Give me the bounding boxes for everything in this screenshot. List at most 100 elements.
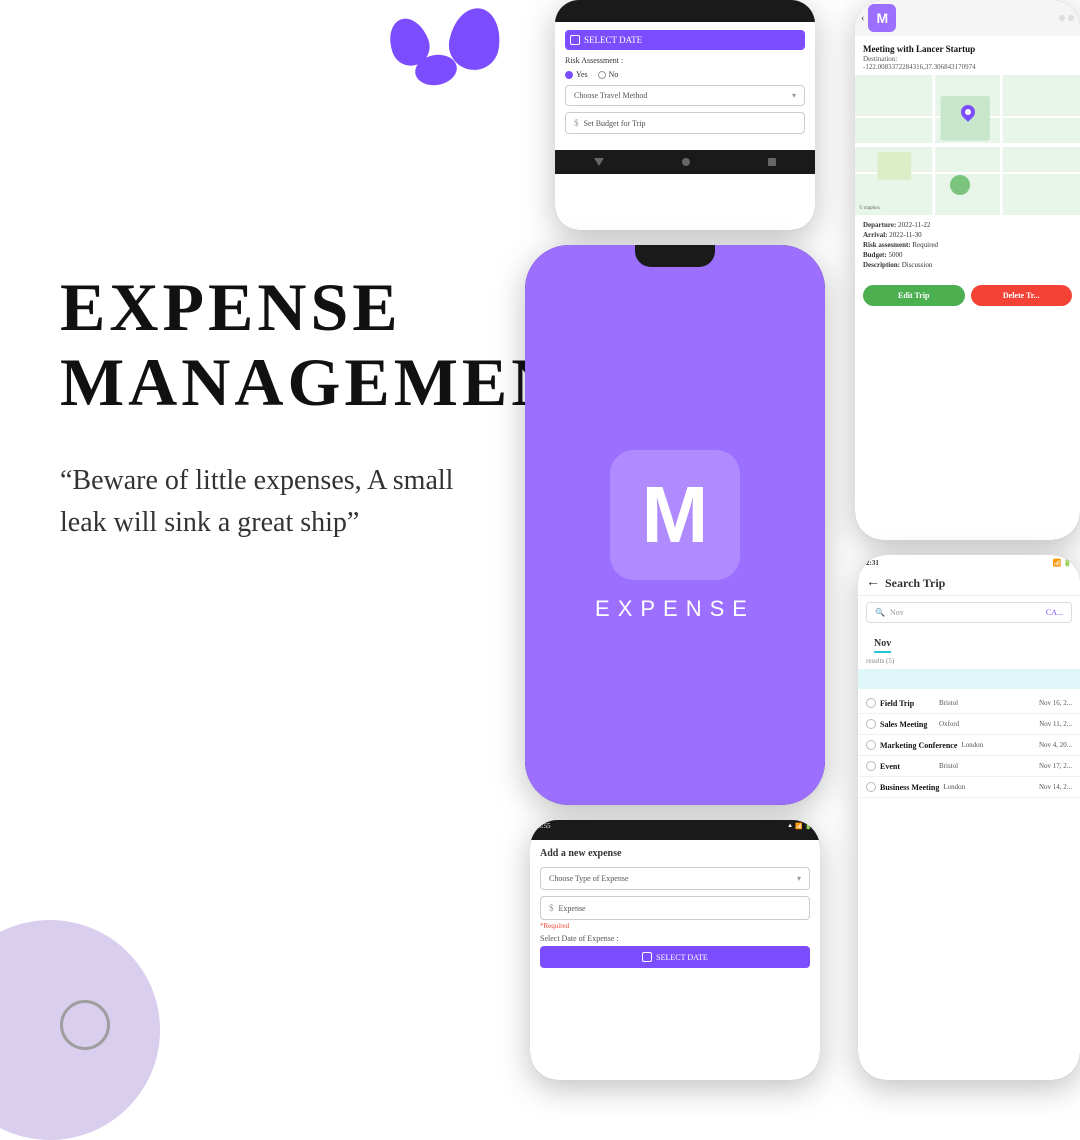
phone-splash-screen: M EXPENSE	[525, 245, 825, 805]
list-item[interactable]: Sales Meeting Oxford Nov 11, 2...	[858, 714, 1080, 735]
left-content: EXPENSE MANAGEMENT “Beware of little exp…	[60, 270, 490, 544]
list-item[interactable]: Field Trip Bristol Nov 16, 2...	[858, 693, 1080, 714]
p5-status-bar: 2:31 📶 🔋	[858, 555, 1080, 571]
p3-header: Meeting with Lancer Startup Destination:…	[855, 36, 1080, 75]
p3-edit-button[interactable]: Edit Trip	[863, 285, 965, 306]
p2-logo-box: M	[610, 450, 740, 580]
p4-form-content: Add a new expense Choose Type of Expense…	[530, 840, 820, 976]
calendar-icon	[570, 35, 580, 45]
p4-required-label: *Required	[540, 922, 810, 930]
trip-city: Bristol	[939, 699, 1035, 707]
quote-text: “Beware of little expenses, A small leak…	[60, 460, 490, 544]
search-icon	[866, 782, 876, 792]
phone-add-trip-screen: SELECT DATE Risk Assessment : Yes No Cho…	[555, 0, 815, 230]
trip-date: Nov 4, 20...	[1039, 741, 1072, 749]
list-item[interactable]: Business Meeting London Nov 14, 2...	[858, 777, 1080, 798]
phone-search-trip: 2:31 📶 🔋 ← Search Trip 🔍 Nov CA... Nov r…	[858, 555, 1080, 1080]
p4-status-bar: 8:55 ▲ 📶 🔋	[530, 820, 820, 840]
p4-select-date-button[interactable]: SELECT DATE	[540, 946, 810, 968]
search-icon	[866, 740, 876, 750]
p1-select-date-button[interactable]: SELECT DATE	[565, 30, 805, 50]
p2-logo-letter: M	[642, 475, 709, 555]
map-pin	[961, 105, 975, 119]
p3-risk-row: Risk assesment: Required	[863, 241, 1072, 249]
p4-date-label: Select Date of Expense :	[540, 934, 810, 943]
p1-travel-method-dropdown[interactable]: Choose Travel Method ▾	[565, 85, 805, 106]
p3-trip-title: Meeting with Lancer Startup	[863, 44, 1072, 55]
chevron-down-icon-2: ▾	[797, 874, 801, 883]
p1-risk-label: Risk Assessment :	[565, 56, 805, 65]
p2-notch	[635, 245, 715, 267]
search-icon	[866, 719, 876, 729]
p3-departure-row: Departure: 2022-11-22	[863, 221, 1072, 229]
trip-city: Bristol	[939, 762, 1035, 770]
p5-page-title: Search Trip	[885, 576, 945, 591]
p3-trip-info: Departure: 2022-11-22 Arrival: 2022-11-3…	[855, 215, 1080, 277]
trip-date: Nov 17, 2...	[1039, 762, 1072, 770]
radio-no-dot	[598, 71, 606, 79]
p4-expense-input[interactable]: $ Expense	[540, 896, 810, 920]
p3-delete-button[interactable]: Delete Tr...	[971, 285, 1073, 306]
p1-radio-no[interactable]: No	[598, 70, 619, 79]
p5-search-bar[interactable]: 🔍 Nov CA...	[866, 602, 1072, 623]
trip-date: Nov 16, 2...	[1039, 699, 1072, 707]
p3-description-row: Description: Discussion	[863, 261, 1072, 269]
trip-name: Business Meeting	[880, 783, 939, 792]
p5-cancel-button[interactable]: CA...	[1046, 608, 1063, 617]
p2-app-name: EXPENSE	[595, 596, 755, 622]
nav-home-icon[interactable]	[682, 158, 690, 166]
phone-add-expense: 8:55 ▲ 📶 🔋 Add a new expense Choose Type…	[530, 820, 820, 1080]
p4-expense-type-dropdown[interactable]: Choose Type of Expense ▾	[540, 867, 810, 890]
p3-map: © mapbox	[855, 75, 1080, 215]
p1-form-content: SELECT DATE Risk Assessment : Yes No Cho…	[555, 22, 815, 142]
p4-form-title: Add a new expense	[540, 848, 810, 859]
map-circle	[950, 175, 970, 195]
p5-search-input-value: Nov	[890, 608, 904, 617]
nav-recent-icon[interactable]	[768, 158, 776, 166]
phone-splash: M EXPENSE	[525, 245, 825, 805]
trip-name: Sales Meeting	[880, 720, 935, 729]
dollar-icon: $	[574, 118, 579, 128]
p5-trip-list: Field Trip Bristol Nov 16, 2... Sales Me…	[858, 693, 1080, 798]
nav-back-icon[interactable]	[594, 158, 604, 166]
trip-name: Field Trip	[880, 699, 935, 708]
dollar-icon-2: $	[549, 903, 554, 913]
phone-add-expense-screen: 8:55 ▲ 📶 🔋 Add a new expense Choose Type…	[530, 820, 820, 1080]
p3-destination-label: Destination:	[863, 55, 1072, 63]
decorative-circle	[60, 1000, 110, 1050]
p3-logo: M	[868, 4, 896, 32]
phone-trip-detail-screen: ‹ M Meeting with Lancer Startup Destinat…	[855, 0, 1080, 540]
radio-yes-dot	[565, 71, 573, 79]
trip-city: Oxford	[939, 720, 1035, 728]
trip-name: Event	[880, 762, 935, 771]
trip-date: Nov 14, 2...	[1039, 783, 1072, 791]
search-icon	[866, 698, 876, 708]
main-title: EXPENSE MANAGEMENT	[60, 270, 490, 420]
p1-budget-input[interactable]: $ Set Budget for Trip	[565, 112, 805, 134]
trip-name: Marketing Conference	[880, 741, 957, 750]
p5-results-count: results (5)	[858, 655, 1080, 669]
phone-add-trip: SELECT DATE Risk Assessment : Yes No Cho…	[555, 0, 815, 230]
p5-tab-area: Nov	[858, 629, 1080, 655]
p1-status-bar	[555, 0, 815, 22]
p5-highlight-bar	[858, 669, 1080, 689]
list-item[interactable]: Marketing Conference London Nov 4, 20...	[858, 735, 1080, 756]
p3-budget-row: Budget: 5000	[863, 251, 1072, 259]
p1-nav-bar	[555, 150, 815, 174]
p3-destination-value: -122.0083372284316,37.306843170974	[863, 63, 1072, 71]
p5-month-tab[interactable]: Nov	[874, 638, 891, 653]
p1-radio-yes[interactable]: Yes	[565, 70, 588, 79]
list-item[interactable]: Event Bristol Nov 17, 2...	[858, 756, 1080, 777]
phone-search-trip-screen: 2:31 📶 🔋 ← Search Trip 🔍 Nov CA... Nov r…	[858, 555, 1080, 1080]
p3-map-roads-svg	[855, 75, 1080, 215]
p5-back-button[interactable]: ←	[866, 575, 880, 591]
p3-mapbox-label: © mapbox	[859, 206, 880, 211]
trip-city: London	[943, 783, 1035, 791]
p3-action-buttons: Edit Trip Delete Tr...	[855, 279, 1080, 312]
p3-arrival-row: Arrival: 2022-11-30	[863, 231, 1072, 239]
p5-header: ← Search Trip	[858, 571, 1080, 596]
p2-logo-container: M EXPENSE	[525, 267, 825, 805]
trip-city: London	[961, 741, 1035, 749]
search-icon	[866, 761, 876, 771]
calendar-icon-2	[642, 952, 652, 962]
